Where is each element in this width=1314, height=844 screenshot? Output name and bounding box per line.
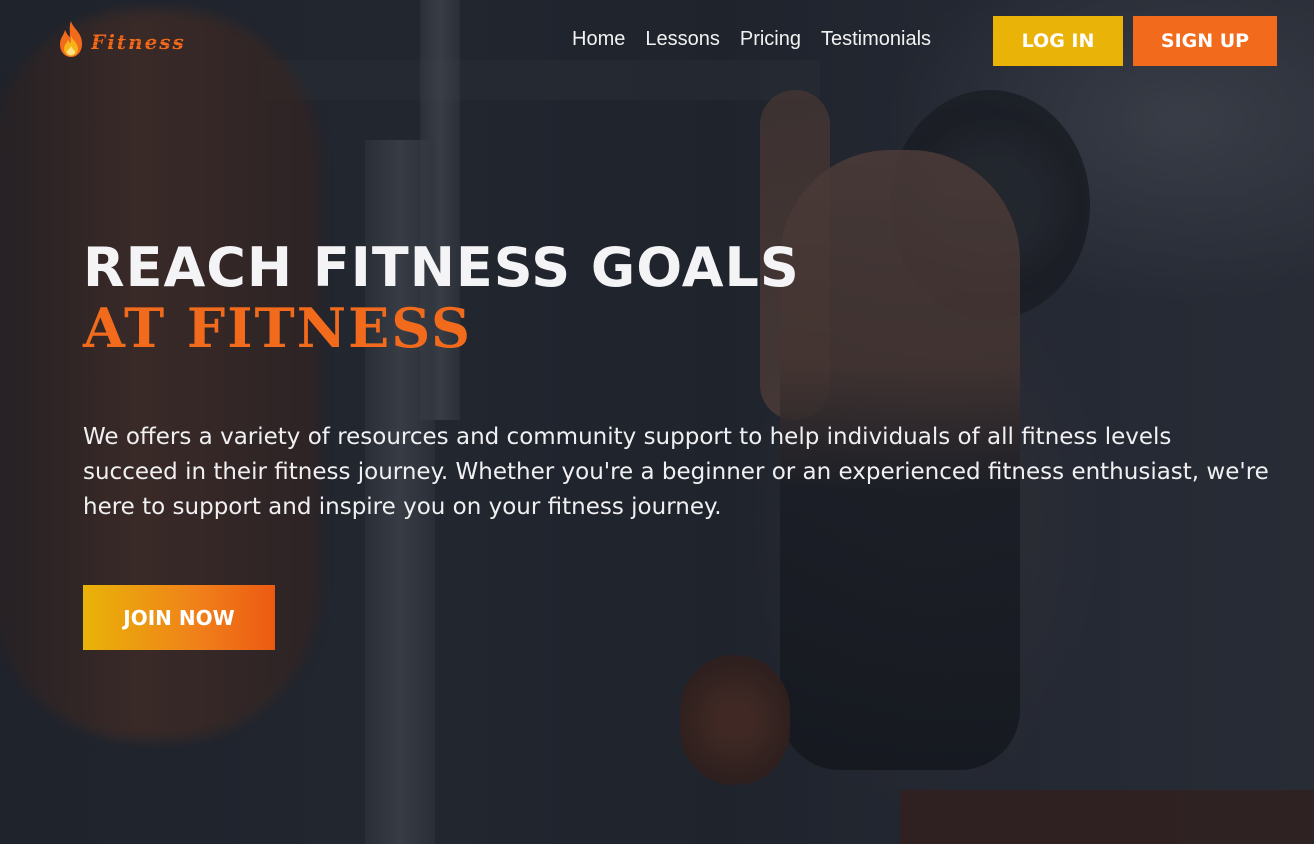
join-now-button[interactable]: JOIN NOW: [83, 585, 275, 650]
nav-item-lessons[interactable]: Lessons: [645, 28, 720, 51]
site-logo[interactable]: Fitness: [55, 20, 186, 58]
signup-button[interactable]: SIGN UP: [1133, 16, 1277, 66]
logo-wordmark: Fitness: [91, 30, 186, 54]
flame-icon: [55, 20, 87, 58]
nav-item-pricing[interactable]: Pricing: [740, 28, 801, 51]
main-nav: Home Lessons Pricing Testimonials: [572, 28, 931, 51]
hero-subheadline: AT FITNESS: [83, 296, 473, 360]
nav-item-home[interactable]: Home: [572, 28, 625, 51]
hero-section: Fitness Home Lessons Pricing Testimonial…: [0, 0, 1314, 844]
nav-item-testimonials[interactable]: Testimonials: [821, 28, 931, 51]
hero-description: We offers a variety of resources and com…: [83, 424, 1269, 520]
hero-headline: REACH FITNESS GOALS: [83, 236, 800, 299]
login-button[interactable]: LOG IN: [993, 16, 1123, 66]
